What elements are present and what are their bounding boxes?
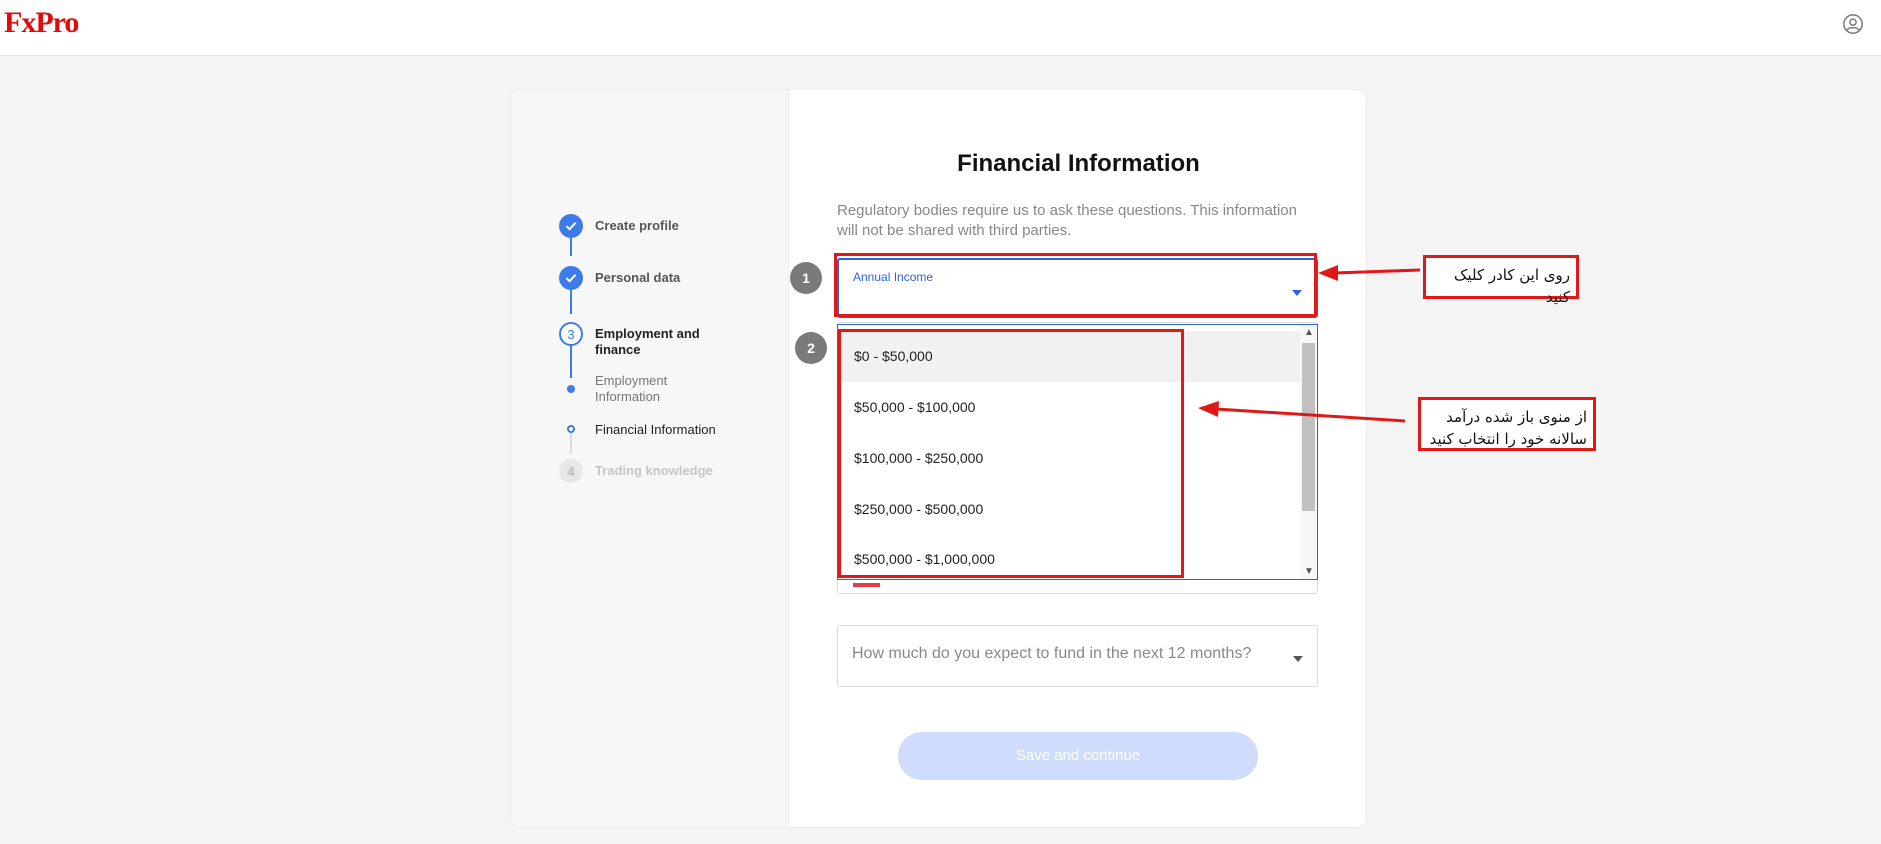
step-personal-data: Personal data <box>559 266 680 290</box>
page-title: Financial Information <box>957 150 1200 177</box>
substep-financial-information: Financial Information <box>595 422 716 437</box>
step-employment-finance: 3 Employment and finance <box>559 322 715 358</box>
scroll-down-icon[interactable]: ▼ <box>1304 566 1314 578</box>
step-label: Trading knowledge <box>595 463 713 478</box>
step-trading-knowledge: 4 Trading knowledge <box>559 459 713 483</box>
step-label: Create profile <box>595 218 679 233</box>
fund-expectation-select[interactable]: How much do you expect to fund in the ne… <box>837 625 1318 687</box>
fxpro-logo[interactable]: FxPro <box>4 6 79 40</box>
step-number: 3 <box>559 322 583 346</box>
top-bar: FxPro <box>0 0 1881 56</box>
step-badge-2: 2 <box>795 332 827 364</box>
step-badge-1: 1 <box>790 262 822 294</box>
fund-placeholder: How much do you expect to fund in the ne… <box>852 645 1252 662</box>
user-circle-icon[interactable] <box>1842 13 1864 35</box>
substep-employment-information: Employment Information <box>595 373 668 404</box>
dropdown-scrollbar[interactable]: ▲ ▼ <box>1300 325 1317 579</box>
progress-stepper: Create profile Personal data 3 Employmen… <box>511 90 789 827</box>
substep-dot <box>567 385 575 393</box>
step-label: Employment and finance <box>595 326 700 357</box>
step-create-profile: Create profile <box>559 214 679 238</box>
scroll-up-icon[interactable]: ▲ <box>1304 327 1314 339</box>
error-indicator <box>853 583 880 587</box>
substep-dot <box>567 425 575 433</box>
check-icon <box>559 266 583 290</box>
highlight-box-income-field <box>834 253 1317 317</box>
annotation-note-2: از منوی باز شده درآمد سالانه خود را انتخ… <box>1418 397 1596 451</box>
form-description: Regulatory bodies require us to ask thes… <box>837 202 1297 239</box>
stepper-line <box>570 430 572 454</box>
annotation-note-1: روی این کادر کلیک کنید <box>1423 255 1579 306</box>
highlight-box-options <box>838 329 1184 578</box>
save-and-continue-button[interactable]: Save and continue <box>898 732 1258 780</box>
step-number: 4 <box>559 459 583 483</box>
scroll-thumb[interactable] <box>1302 343 1315 511</box>
chevron-down-icon <box>1293 656 1303 662</box>
check-icon <box>559 214 583 238</box>
step-label: Personal data <box>595 270 681 285</box>
